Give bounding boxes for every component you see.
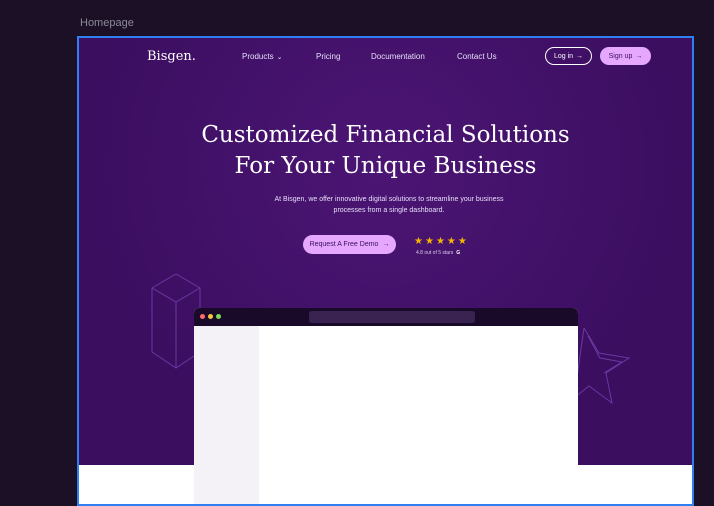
- nav-item-products[interactable]: Products ⌄: [242, 52, 282, 61]
- subtext-line-2: processes from a single dashboard.: [333, 207, 445, 214]
- homepage-frame[interactable]: Bisgen. Products ⌄ Pricing Documentation …: [77, 36, 694, 506]
- preview-sidebar: [194, 326, 259, 504]
- minimize-dot-icon: [208, 314, 213, 319]
- rating-stars: ★★★★★: [414, 236, 469, 247]
- request-demo-button[interactable]: Request A Free Demo →: [303, 235, 396, 254]
- subtext-line-1: At Bisgen, we offer innovative digital s…: [274, 196, 504, 203]
- headline-line-2: For Your Unique Business: [234, 153, 537, 179]
- login-button[interactable]: Log in →: [545, 47, 592, 65]
- google-icon: G: [456, 250, 461, 256]
- nav-item-pricing[interactable]: Pricing: [316, 52, 340, 61]
- nav-item-documentation[interactable]: Documentation: [371, 52, 425, 61]
- arrow-right-icon: →: [382, 241, 390, 248]
- brand-logo[interactable]: Bisgen.: [147, 49, 196, 64]
- star-outline-decoration: [574, 328, 631, 405]
- star-icon: ★: [414, 236, 425, 247]
- star-icon: ★: [446, 236, 458, 247]
- signup-label: Sign up: [608, 52, 633, 60]
- hero-subtext: At Bisgen, we offer innovative digital s…: [239, 194, 539, 216]
- arrow-right-icon: →: [576, 52, 584, 60]
- star-icon: ★: [424, 236, 436, 247]
- close-dot-icon: [200, 314, 205, 319]
- nav-item-label: Products: [242, 52, 274, 61]
- hero-section: Bisgen. Products ⌄ Pricing Documentation …: [79, 38, 692, 504]
- frame-label[interactable]: Homepage: [80, 17, 134, 29]
- arrow-right-icon: →: [635, 52, 643, 60]
- address-bar: [309, 311, 475, 323]
- browser-toolbar: [194, 308, 578, 326]
- signup-button[interactable]: Sign up →: [600, 47, 651, 65]
- login-label: Log in: [553, 52, 574, 60]
- rating-text: 4.8 out of 5 stars G: [416, 250, 460, 256]
- headline-line-1: Customized Financial Solutions: [201, 122, 570, 148]
- chevron-down-icon: ⌄: [276, 54, 283, 61]
- dashboard-preview: [194, 308, 578, 504]
- star-icon: ★: [457, 236, 469, 247]
- hero-headline: Customized Financial Solutions For Your …: [79, 120, 692, 182]
- cta-label: Request A Free Demo: [309, 241, 379, 248]
- rating-label: 4.8 out of 5 stars: [416, 250, 454, 256]
- nav-item-contact[interactable]: Contact Us: [457, 52, 497, 61]
- maximize-dot-icon: [216, 314, 221, 319]
- star-icon: ★: [435, 236, 447, 247]
